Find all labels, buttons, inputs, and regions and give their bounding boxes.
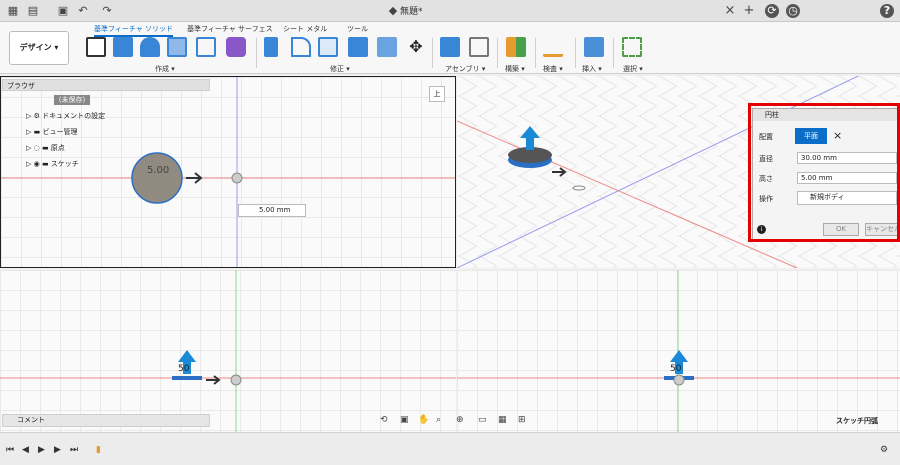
tab-surface[interactable]: 基準フィーチャ サーフェス bbox=[187, 24, 273, 34]
construct-plane-icon[interactable] bbox=[506, 37, 526, 57]
status-text: スケッチ円弧 bbox=[836, 417, 878, 425]
browser-header: ブラウザ bbox=[2, 79, 210, 91]
joint-icon[interactable] bbox=[469, 37, 489, 57]
redo-icon[interactable]: ↷ bbox=[100, 4, 114, 18]
play-icon[interactable]: ▶︎ bbox=[38, 445, 45, 455]
new-tab-button[interactable]: + bbox=[742, 4, 756, 18]
viewports-icon[interactable]: ⊞ bbox=[518, 415, 526, 425]
ribbon-toolbar: デザイン ▾ 基準フィーチャ ソリッド 基準フィーチャ サーフェス シート メタ… bbox=[0, 22, 900, 74]
file-icon[interactable]: ▤ bbox=[26, 4, 40, 18]
pattern-icon[interactable] bbox=[196, 37, 216, 57]
timeline-bar: ⏮ ◀︎ ▶︎ ▶︎ ⏭ ▮ ⚙ bbox=[0, 432, 900, 465]
select-menu[interactable]: 選択 ▾ bbox=[623, 64, 643, 74]
browser-item-root[interactable]: (未保存) bbox=[14, 93, 90, 107]
navigation-bar: ⟲ ▣ ✋ ⌕ ⊕ ▭ ▦ ⊞ bbox=[378, 413, 538, 431]
insert-menu[interactable]: 挿入 ▾ bbox=[582, 64, 602, 74]
display-settings-icon[interactable]: ▭ bbox=[478, 415, 487, 425]
viewport-right[interactable]: 50 スケッチ円弧 bbox=[457, 270, 900, 432]
step-back-icon[interactable]: ◀︎ bbox=[22, 445, 29, 455]
assemble-menu[interactable]: アセンブリ ▾ bbox=[445, 64, 485, 74]
create-sketch-icon[interactable] bbox=[86, 37, 106, 57]
press-pull-icon[interactable] bbox=[264, 37, 278, 57]
browser-item-sketch[interactable]: ▷ ◉ ▬ スケッチ bbox=[26, 157, 79, 171]
look-at-icon[interactable]: ▣ bbox=[400, 415, 409, 425]
shell-icon[interactable] bbox=[167, 37, 187, 57]
new-component-icon[interactable] bbox=[440, 37, 460, 57]
dimension-input[interactable]: 5.00 mm bbox=[238, 204, 306, 217]
app-grid-icon[interactable]: ▦ bbox=[6, 4, 20, 18]
extrude-icon[interactable] bbox=[113, 37, 133, 57]
save-icon[interactable]: ▣ bbox=[56, 4, 70, 18]
browser-item-origin[interactable]: ▷ ◌ ▬ 原点 bbox=[26, 141, 65, 155]
go-to-start-icon[interactable]: ⏮ bbox=[6, 445, 14, 455]
highlight-frame bbox=[748, 103, 900, 242]
browser-item-named-views[interactable]: ▷ ▬ ビュー管理 bbox=[26, 125, 77, 139]
construct-menu[interactable]: 構築 ▾ bbox=[505, 64, 525, 74]
combine-icon[interactable] bbox=[348, 37, 368, 57]
browser-title: ブラウザ bbox=[7, 82, 35, 90]
go-to-end-icon[interactable]: ⏭ bbox=[70, 445, 78, 455]
grid-settings-icon[interactable]: ▦ bbox=[498, 415, 507, 425]
front-dimension-label: 50 bbox=[178, 364, 190, 374]
chamfer-icon[interactable] bbox=[318, 37, 338, 57]
tab-solid[interactable]: 基準フィーチャ ソリッド bbox=[94, 24, 174, 37]
tab-sheet-metal[interactable]: シート メタル bbox=[283, 24, 327, 34]
split-icon[interactable] bbox=[377, 37, 397, 57]
browser-panel: ブラウザ (未保存) ▷ ⚙ ドキュメントの設定 ▷ ▬ ビュー管理 ▷ ◌ ▬… bbox=[2, 79, 210, 179]
document-title: 無題* bbox=[400, 7, 423, 17]
measure-icon[interactable] bbox=[543, 37, 563, 57]
select-icon[interactable] bbox=[622, 37, 642, 57]
pan-icon[interactable]: ✋ bbox=[418, 415, 429, 425]
inspect-menu[interactable]: 検査 ▾ bbox=[543, 64, 563, 74]
fillet-icon[interactable] bbox=[291, 37, 311, 57]
browser-item-document-settings[interactable]: ▷ ⚙ ドキュメントの設定 bbox=[26, 109, 105, 123]
workspace-switcher-button[interactable]: デザイン ▾ bbox=[9, 31, 69, 65]
title-bar: ▦ ▤ ▣ ↶ ↷ ◆ 無題* × + ⟳ ◷ ? bbox=[0, 0, 900, 22]
orbit-icon[interactable]: ⟲ bbox=[380, 415, 388, 425]
comment-panel[interactable]: コメント bbox=[2, 414, 210, 427]
viewcube[interactable]: 上 bbox=[429, 86, 445, 102]
undo-icon[interactable]: ↶ bbox=[76, 4, 90, 18]
revolve-icon[interactable] bbox=[140, 37, 160, 57]
modify-menu[interactable]: 修正 ▾ bbox=[330, 64, 350, 74]
extensions-icon[interactable]: ⟳ bbox=[765, 4, 779, 18]
zoom-icon[interactable]: ⌕ bbox=[436, 415, 441, 425]
help-button[interactable]: ? bbox=[880, 4, 894, 18]
timeline-sketch-icon[interactable]: ▮ bbox=[96, 445, 101, 455]
viewport-front[interactable]: 50 bbox=[0, 270, 456, 432]
document-icon: ◆ bbox=[388, 4, 398, 17]
move-icon[interactable]: ✥ bbox=[406, 37, 426, 57]
job-status-icon[interactable]: ◷ bbox=[786, 4, 800, 18]
create-menu[interactable]: 作成 ▾ bbox=[155, 64, 175, 74]
form-icon[interactable] bbox=[226, 37, 246, 57]
close-tab-button[interactable]: × bbox=[723, 4, 737, 18]
right-dimension-label: 50 bbox=[670, 364, 682, 374]
insert-image-icon[interactable] bbox=[584, 37, 604, 57]
timeline-settings-icon[interactable]: ⚙ bbox=[880, 445, 888, 455]
tab-tools[interactable]: ツール bbox=[347, 24, 368, 34]
step-forward-icon[interactable]: ▶︎ bbox=[54, 445, 61, 455]
fit-icon[interactable]: ⊕ bbox=[456, 415, 464, 425]
